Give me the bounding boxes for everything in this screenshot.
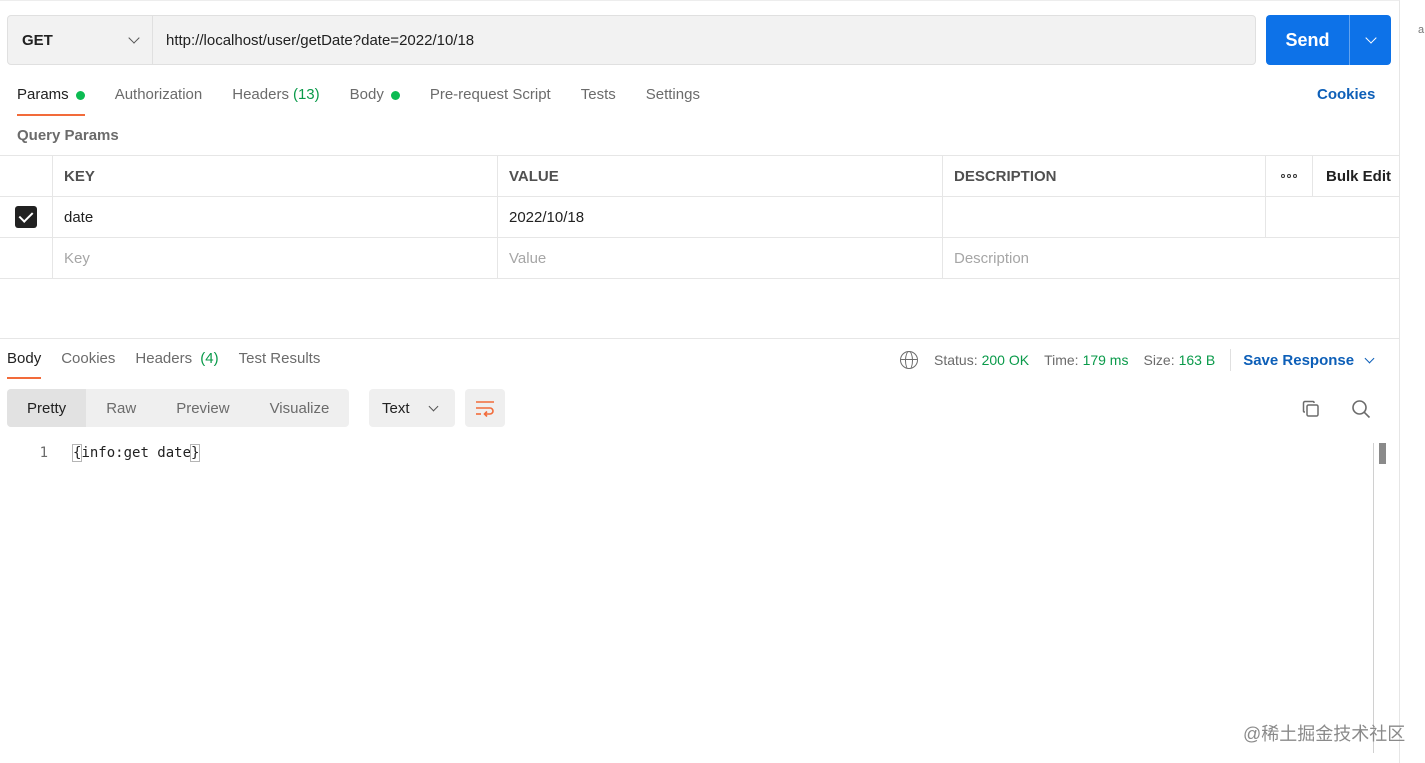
- save-response-label: Save Response: [1243, 351, 1355, 369]
- row-spacer: [1266, 197, 1313, 237]
- divider: [1230, 349, 1232, 371]
- tab-authorization[interactable]: Authorization: [115, 82, 203, 116]
- format-pretty-button[interactable]: Pretty: [7, 389, 87, 427]
- body-format-toggle: Pretty Raw Preview Visualize: [7, 389, 350, 427]
- globe-icon[interactable]: [900, 351, 918, 369]
- tab-pre-request-script[interactable]: Pre-request Script: [430, 82, 551, 116]
- tab-settings[interactable]: Settings: [646, 82, 700, 116]
- column-header-value: VALUE: [498, 156, 943, 196]
- response-tab-body[interactable]: Body: [7, 348, 42, 379]
- method-label: GET: [22, 31, 53, 49]
- chevron-down-icon: [428, 401, 439, 411]
- params-header-row: KEY VALUE DESCRIPTION Bulk Edit: [0, 156, 1400, 197]
- code-line: 1 {info:get date}: [0, 443, 1370, 463]
- column-options-button[interactable]: [1266, 156, 1313, 196]
- content-type-select[interactable]: Text: [369, 389, 455, 427]
- chevron-down-icon: [1364, 32, 1377, 44]
- time-label: Time:: [1044, 352, 1079, 368]
- edge-glyph: a: [1418, 24, 1425, 36]
- request-url-bar: GET http://localhost/user/getDate?date=2…: [7, 15, 1256, 65]
- param-enabled-checkbox[interactable]: [0, 197, 53, 237]
- param-value-cell[interactable]: 2022/10/18: [498, 197, 943, 237]
- watermark: @稀土掘金技术社区: [1243, 724, 1406, 744]
- status-value[interactable]: 200 OK: [982, 352, 1029, 368]
- size-value[interactable]: 163 B: [1179, 352, 1216, 368]
- brace-close: }: [189, 444, 201, 462]
- checkbox-checked-icon: [15, 206, 37, 228]
- query-params-title: Query Params: [17, 127, 119, 144]
- params-table: KEY VALUE DESCRIPTION Bulk Edit date 202…: [0, 155, 1400, 279]
- tab-params-label: Params: [17, 86, 69, 103]
- search-icon[interactable]: [1351, 399, 1371, 419]
- wrap-lines-icon: [476, 401, 494, 417]
- editor-scrollbar[interactable]: [1379, 443, 1386, 464]
- response-status-bar: Status: 200 OK Time: 179 ms Size: 163 B …: [900, 349, 1375, 371]
- column-header-key: KEY: [53, 156, 498, 196]
- response-tab-test-results[interactable]: Test Results: [239, 348, 321, 379]
- send-options-button[interactable]: [1349, 15, 1391, 65]
- request-tabs: Params Authorization Headers (13) Body P…: [17, 82, 730, 116]
- tab-settings-label: Settings: [645, 86, 700, 103]
- send-label[interactable]: Send: [1266, 15, 1349, 65]
- tab-headers-label: Headers: [232, 86, 289, 103]
- header-check-cell: [0, 156, 53, 196]
- param-description-cell[interactable]: [943, 197, 1266, 237]
- format-preview-button[interactable]: Preview: [156, 389, 249, 427]
- response-tab-headers-count: (4): [200, 350, 219, 367]
- content-type-label: Text: [382, 399, 410, 417]
- table-row: date 2022/10/18: [0, 197, 1400, 238]
- tab-headers-count: (13): [292, 86, 320, 103]
- tab-authorization-label: Authorization: [114, 86, 203, 103]
- response-tab-cookies[interactable]: Cookies: [61, 348, 115, 379]
- line-number: 1: [39, 445, 48, 461]
- more-dots-icon: [1281, 174, 1297, 178]
- tab-tests[interactable]: Tests: [581, 82, 616, 116]
- status-label: Status:: [934, 352, 978, 368]
- status-dot-icon: [390, 91, 400, 100]
- tab-body-label: Body: [349, 86, 384, 103]
- new-description-input[interactable]: Description: [943, 238, 1266, 278]
- row-spacer: [1313, 197, 1400, 237]
- wrap-lines-button[interactable]: [465, 389, 505, 427]
- tab-params[interactable]: Params: [17, 82, 85, 116]
- tab-headers[interactable]: Headers (13): [232, 82, 319, 116]
- time-value[interactable]: 179 ms: [1083, 352, 1129, 368]
- param-key-cell[interactable]: date: [53, 197, 498, 237]
- format-visualize-button[interactable]: Visualize: [250, 389, 350, 427]
- new-key-input[interactable]: Key: [53, 238, 498, 278]
- code-content: info:get date: [81, 445, 192, 461]
- url-input[interactable]: http://localhost/user/getDate?date=2022/…: [153, 16, 1255, 64]
- chevron-down-icon: [128, 32, 140, 44]
- tab-pre-request-label: Pre-request Script: [429, 86, 551, 103]
- tab-tests-label: Tests: [580, 86, 616, 103]
- response-tabs: Body Cookies Headers (4) Test Results: [7, 348, 340, 379]
- format-raw-button[interactable]: Raw: [86, 389, 156, 427]
- size-label: Size:: [1143, 352, 1175, 368]
- column-header-description: DESCRIPTION: [943, 156, 1266, 196]
- chevron-down-icon: [1364, 353, 1375, 363]
- send-button[interactable]: Send: [1266, 15, 1391, 65]
- cookies-link[interactable]: Cookies: [1317, 86, 1375, 103]
- editor-ruler: [1373, 443, 1374, 753]
- bulk-edit-button[interactable]: Bulk Edit: [1313, 156, 1400, 196]
- response-tab-headers[interactable]: Headers (4): [135, 348, 218, 379]
- new-param-row: Key Value Description: [0, 238, 1400, 279]
- tab-body[interactable]: Body: [350, 82, 400, 116]
- save-response-button[interactable]: Save Response: [1243, 351, 1375, 369]
- method-select[interactable]: GET: [8, 16, 153, 64]
- status-dot-icon: [75, 91, 85, 100]
- new-value-input[interactable]: Value: [498, 238, 943, 278]
- code-line-text: {info:get date}: [71, 444, 201, 462]
- copy-icon[interactable]: [1302, 400, 1320, 418]
- response-divider[interactable]: [0, 338, 1400, 339]
- response-body-editor[interactable]: 1 {info:get date}: [0, 443, 1370, 463]
- response-tab-headers-label: Headers: [135, 350, 193, 367]
- new-param-check-cell: [0, 238, 53, 278]
